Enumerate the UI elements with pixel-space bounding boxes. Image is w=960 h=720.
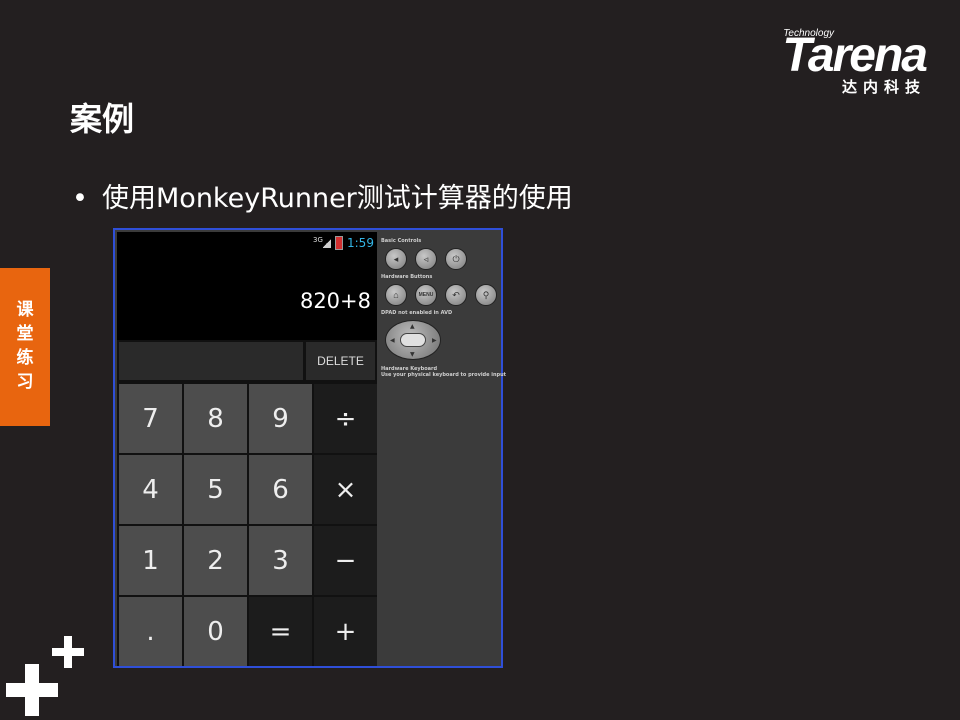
network-indicator: 3G [313,236,323,244]
side-tab-char-2: 堂 [16,324,34,344]
key-equals[interactable]: = [249,597,312,666]
key-divide[interactable]: ÷ [314,384,377,453]
key-8[interactable]: 8 [184,384,247,453]
calculator-display: 820+8 [117,254,377,340]
power-button[interactable]: ⏻ [445,248,467,270]
home-button[interactable]: ⌂ [385,284,407,306]
dpad-control[interactable]: ▲ ▼ ◀ ▶ [385,320,441,360]
classroom-exercise-tab: 课 堂 练 习 [0,268,50,426]
side-tab-char-4: 习 [16,372,34,392]
side-tab-char-1: 课 [16,300,34,320]
bullet-item: • 使用MonkeyRunner测试计算器的使用 [72,176,573,215]
status-bar: 3G 1:59 [117,232,377,254]
logo-wordmark: Tarena [782,29,928,82]
phone-screen: 3G 1:59 820+8 DELETE 7 8 9 ÷ 4 5 6 × 1 2… [117,232,377,666]
back-button[interactable]: ↶ [445,284,467,306]
bullet-marker: • [72,183,88,214]
input-strip: DELETE [117,340,377,382]
dpad-center [400,333,426,347]
volume-up-button[interactable]: ◃ [415,248,437,270]
status-time: 1:59 [347,236,374,250]
keyboard-hint: Use your physical keyboard to provide in… [381,372,507,378]
key-2[interactable]: 2 [184,526,247,595]
plus-big-icon [6,664,58,716]
battery-icon [335,236,343,250]
keypad: 7 8 9 ÷ 4 5 6 × 1 2 3 − . 0 = + [117,382,377,666]
key-4[interactable]: 4 [119,455,182,524]
search-button[interactable]: ⚲ [475,284,497,306]
key-multiply[interactable]: × [314,455,377,524]
key-9[interactable]: 9 [249,384,312,453]
hardware-buttons-label: Hardware Buttons [381,274,433,280]
key-decimal[interactable]: . [119,597,182,666]
volume-down-button[interactable]: ◂ [385,248,407,270]
key-6[interactable]: 6 [249,455,312,524]
dpad-down-icon: ▼ [410,351,415,358]
key-minus[interactable]: − [314,526,377,595]
key-7[interactable]: 7 [119,384,182,453]
menu-button[interactable]: MENU [415,284,437,306]
signal-icon [323,238,331,248]
result-field [119,342,303,380]
emulator-controls-panel: Basic Controls ◂ ◃ ⏻ Hardware Buttons ⌂ … [379,234,506,664]
android-emulator-window: 3G 1:59 820+8 DELETE 7 8 9 ÷ 4 5 6 × 1 2… [113,228,506,668]
display-expression: 820+8 [299,289,371,313]
dpad-label: DPAD not enabled in AVD [381,310,453,316]
key-1[interactable]: 1 [119,526,182,595]
tarena-logo: Technology Tarena 达内科技 [734,26,928,96]
logo-chinese: 达内科技 [841,78,926,96]
bullet-text: 使用MonkeyRunner测试计算器的使用 [102,183,573,214]
key-plus[interactable]: + [314,597,377,666]
dpad-up-icon: ▲ [410,323,415,330]
side-tab-char-3: 练 [16,348,34,368]
slide-title: 案例 [70,100,135,138]
dpad-right-icon: ▶ [432,337,437,344]
key-5[interactable]: 5 [184,455,247,524]
dpad-left-icon: ◀ [390,337,395,344]
key-3[interactable]: 3 [249,526,312,595]
key-0[interactable]: 0 [184,597,247,666]
basic-controls-label: Basic Controls [381,238,422,244]
delete-button[interactable]: DELETE [306,342,375,380]
